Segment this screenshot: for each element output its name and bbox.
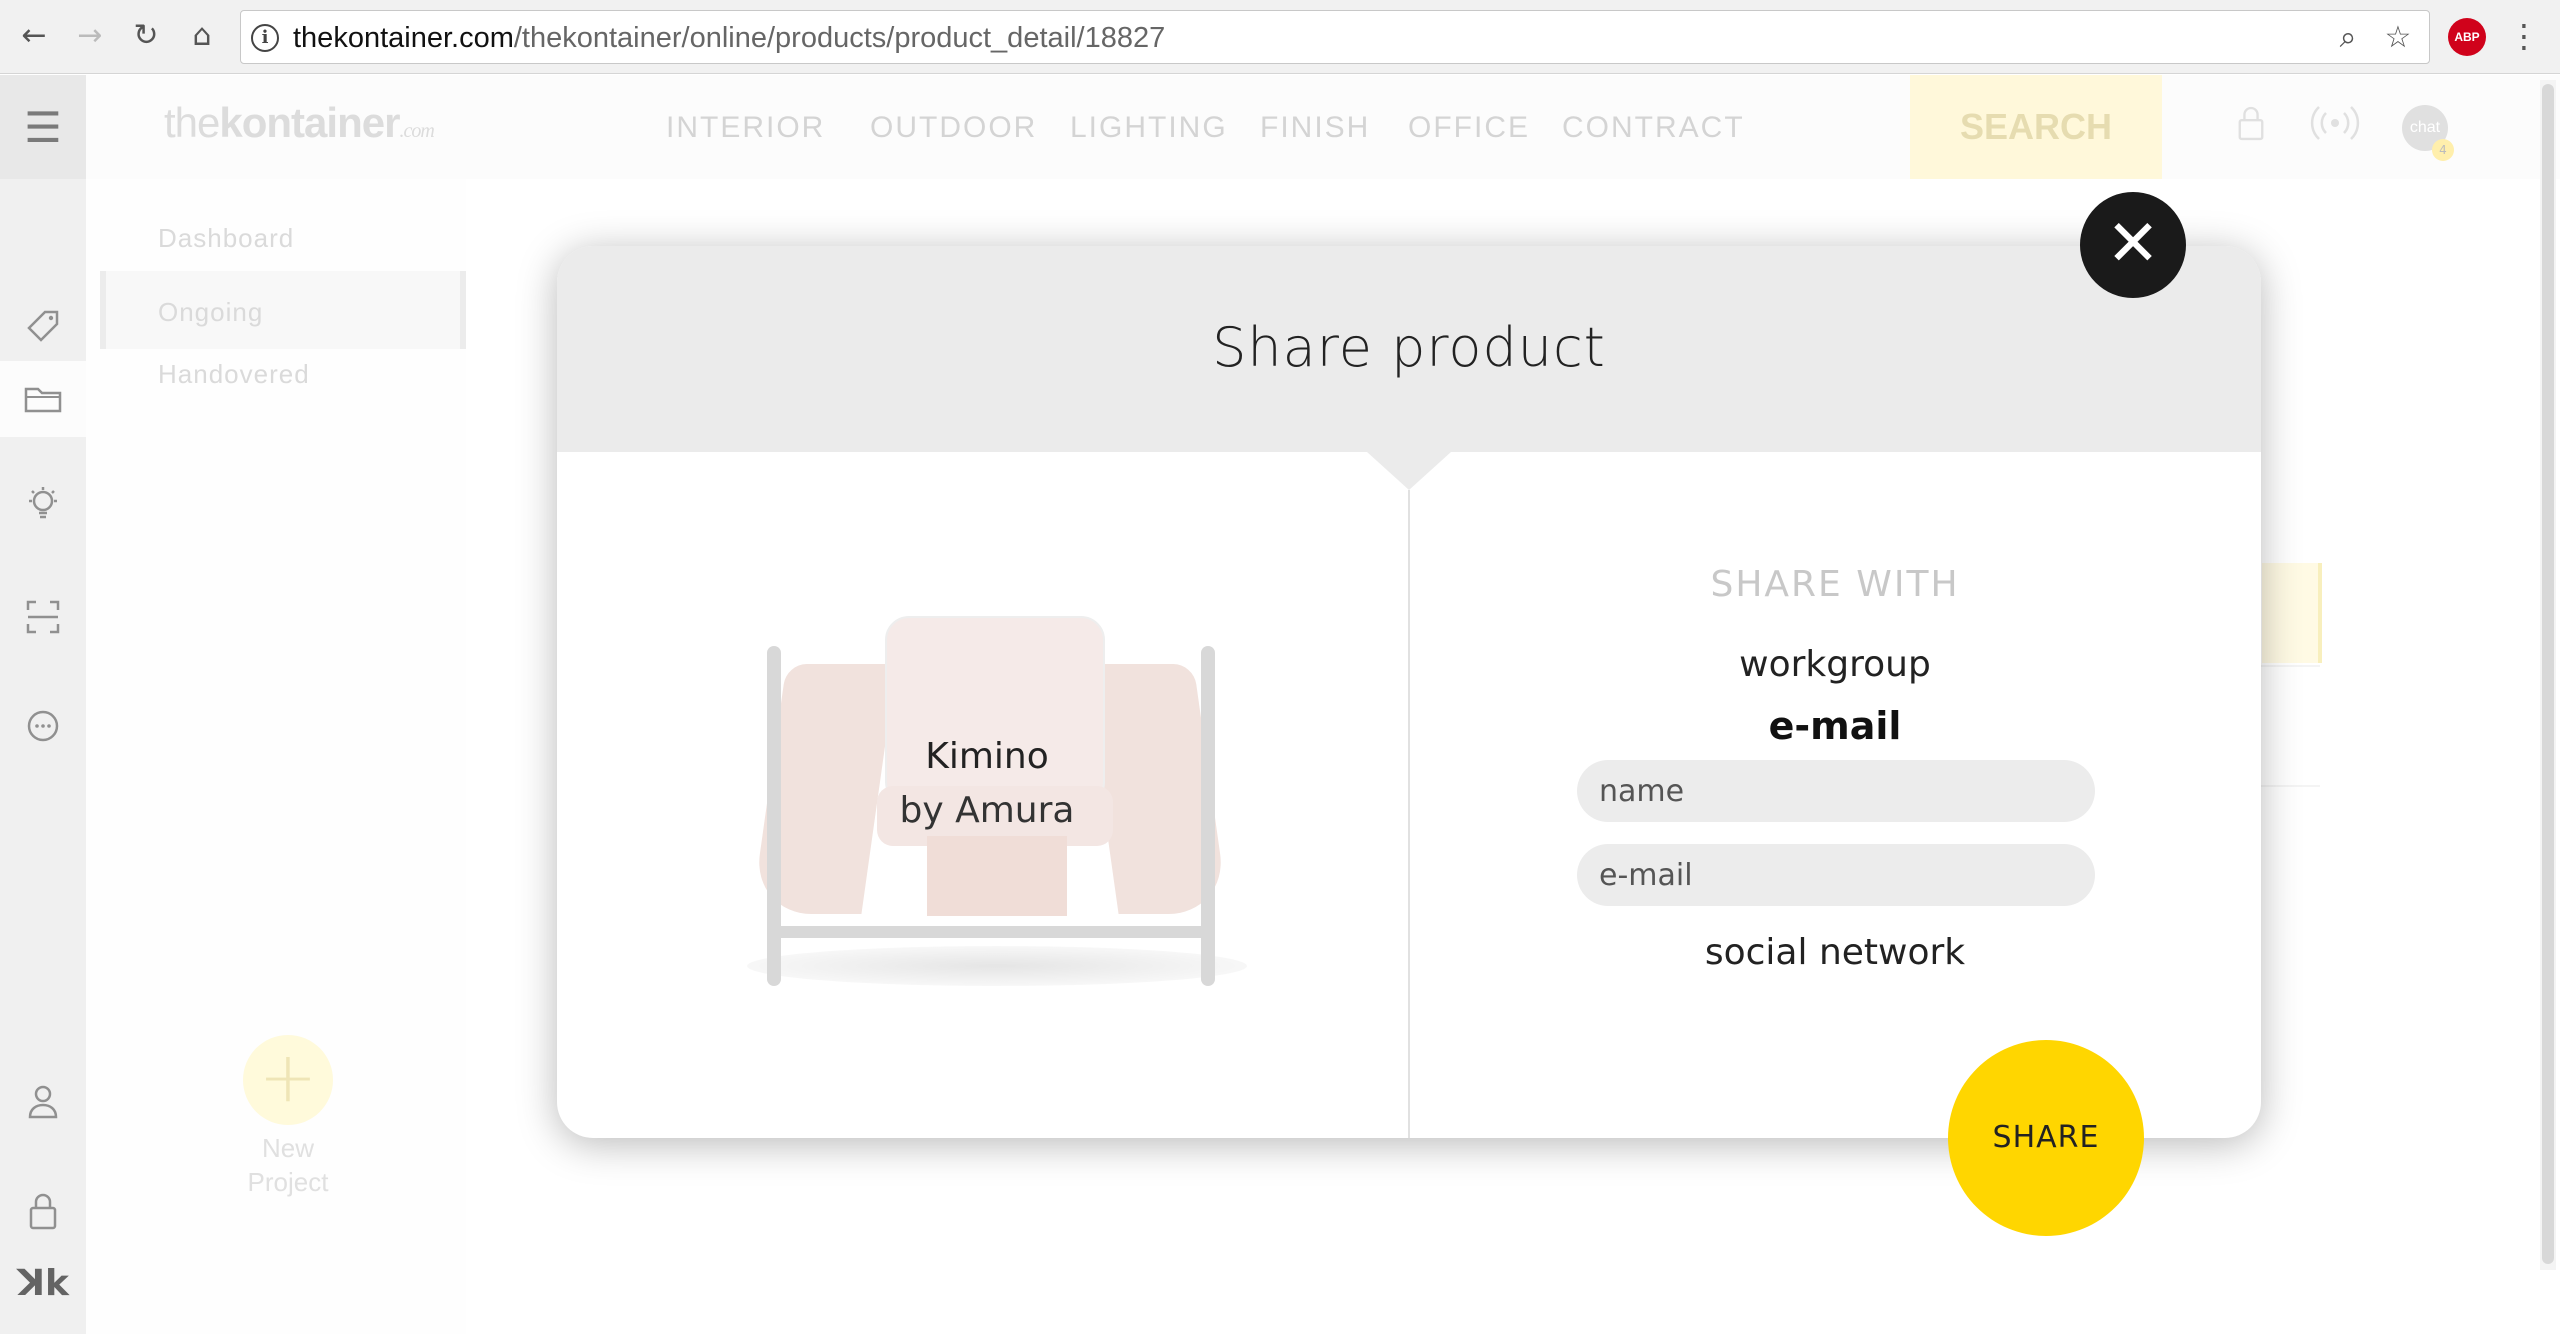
url-domain: thekontainer.com xyxy=(293,22,514,54)
share-button[interactable]: SHARE xyxy=(1948,1040,2144,1236)
name-input[interactable] xyxy=(1577,760,2095,822)
share-option-social-network[interactable]: social network xyxy=(1409,932,2261,973)
email-input[interactable] xyxy=(1577,844,2095,906)
chair-shadow xyxy=(747,946,1247,986)
chair-frame-bottom xyxy=(773,926,1209,938)
share-with-heading: SHARE WITH xyxy=(1710,564,1960,605)
site-info-icon[interactable]: i xyxy=(251,24,279,52)
bookmark-star-icon[interactable]: ☆ xyxy=(2381,21,2415,55)
product-card: Kimino by Amura xyxy=(707,586,1267,1016)
page-scrollbar-thumb[interactable] xyxy=(2542,84,2554,1264)
product-brand: by Amura xyxy=(899,790,1075,831)
browser-menu-icon[interactable]: ⋮ xyxy=(2508,16,2540,56)
header-notch xyxy=(1367,452,1451,490)
browser-toolbar: ← → ↻ ⌂ i thekontainer.com/thekontainer/… xyxy=(0,0,2560,74)
modal-title: Share product xyxy=(1212,316,1606,379)
product-name: Kimino xyxy=(925,736,1049,777)
reload-icon[interactable]: ↻ xyxy=(126,16,166,56)
chair-front xyxy=(927,836,1067,916)
url-text[interactable]: thekontainer.com/thekontainer/online/pro… xyxy=(293,22,1165,55)
back-icon[interactable]: ← xyxy=(14,16,54,56)
url-path: /thekontainer/online/products/product_de… xyxy=(513,22,1166,54)
chair-back xyxy=(885,616,1105,806)
close-modal-button[interactable]: ✕ xyxy=(2080,192,2186,298)
forward-icon[interactable]: → xyxy=(70,16,110,56)
home-icon[interactable]: ⌂ xyxy=(182,16,222,56)
share-option-email[interactable]: e-mail xyxy=(1409,704,2261,748)
adblock-icon[interactable]: ABP xyxy=(2448,18,2486,56)
share-option-workgroup[interactable]: workgroup xyxy=(1409,644,2261,685)
zoom-icon[interactable]: ⌕ xyxy=(2331,21,2365,55)
share-product-modal: Share product Kimino by Amura SHARE WITH… xyxy=(557,246,2261,1138)
address-bar[interactable]: i thekontainer.com/thekontainer/online/p… xyxy=(240,10,2430,64)
